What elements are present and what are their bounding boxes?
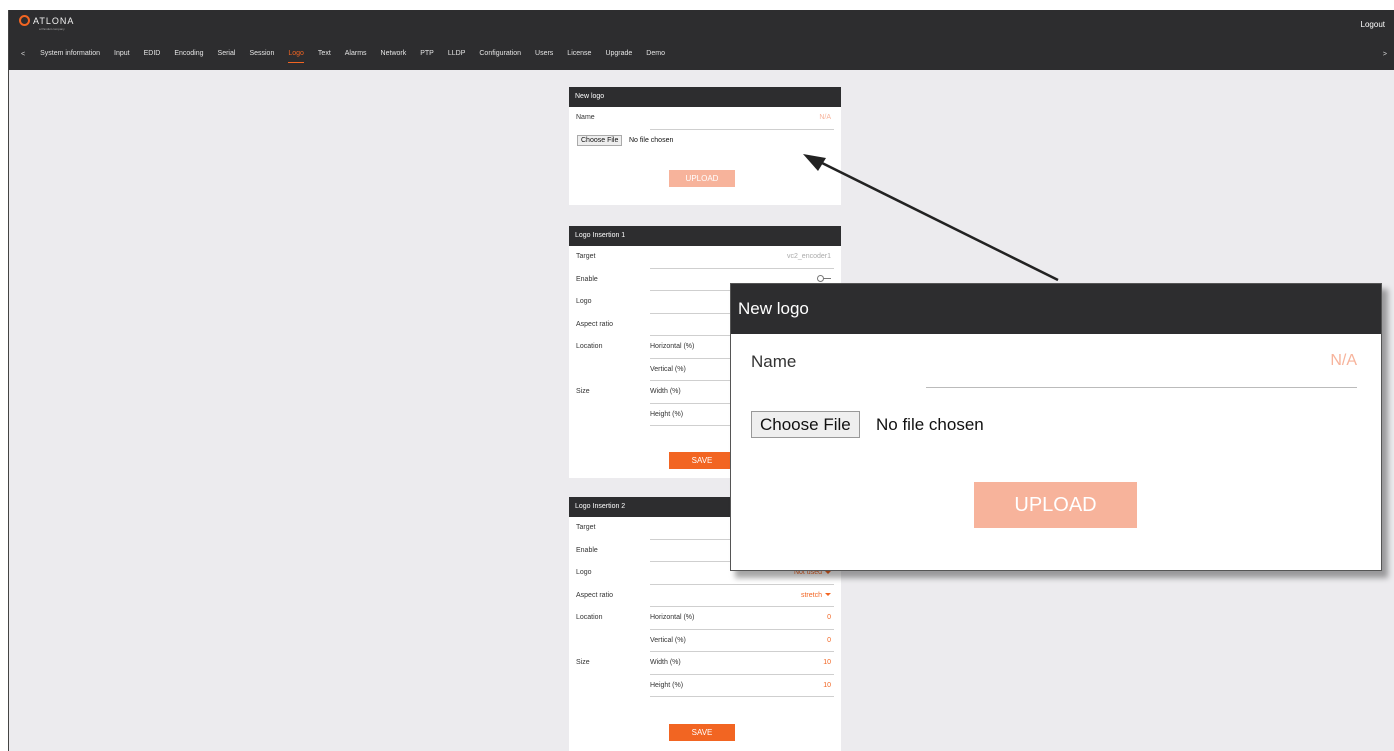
vertical-input[interactable]: 0 bbox=[827, 637, 831, 644]
tab-network[interactable]: Network bbox=[374, 43, 414, 65]
zoom-file-status-label: No file chosen bbox=[876, 415, 984, 434]
tab-system-information[interactable]: System information bbox=[33, 43, 107, 65]
top-bar: ATLONA a Panduit company Logout < System… bbox=[9, 10, 1394, 70]
enable-toggle[interactable] bbox=[817, 274, 831, 282]
tab-users[interactable]: Users bbox=[528, 43, 560, 65]
vertical-label: Vertical (%) bbox=[650, 636, 686, 644]
horizontal-input[interactable]: 0 bbox=[827, 614, 831, 621]
tab-session[interactable]: Session bbox=[242, 43, 281, 65]
target-value[interactable]: vc2_encoder1 bbox=[787, 253, 831, 260]
atlona-logo-icon bbox=[19, 15, 30, 26]
height-label: Height (%) bbox=[650, 681, 684, 689]
location-label: Location bbox=[576, 614, 603, 621]
zoom-name-label: Name bbox=[751, 352, 797, 371]
enable-label: Enable bbox=[576, 275, 598, 283]
tab-demo[interactable]: Demo bbox=[639, 43, 672, 65]
new-logo-header: New logo bbox=[569, 87, 841, 107]
height-input[interactable]: 10 bbox=[823, 682, 831, 689]
width-input[interactable]: 10 bbox=[823, 659, 831, 666]
aspect-label: Aspect ratio bbox=[576, 591, 613, 599]
zoom-choose-file-button[interactable]: Choose File bbox=[751, 411, 860, 438]
vertical-row: Vertical (%) 0 bbox=[569, 630, 841, 652]
zoom-new-logo-header: New logo bbox=[731, 284, 1381, 334]
logo-insertion-1-header: Logo Insertion 1 bbox=[569, 226, 841, 246]
horizontal-row: Location Horizontal (%) 0 bbox=[569, 607, 841, 630]
enable-label: Enable bbox=[576, 546, 598, 554]
tab-lldp[interactable]: LLDP bbox=[441, 43, 473, 65]
tab-ptp[interactable]: PTP bbox=[413, 43, 441, 65]
new-logo-card: New logo Name N/A Choose File No file ch… bbox=[569, 87, 841, 205]
file-status-label: No file chosen bbox=[629, 136, 674, 144]
zoom-upload-button[interactable]: UPLOAD bbox=[974, 482, 1137, 528]
choose-file-button[interactable]: Choose File bbox=[577, 134, 623, 146]
horizontal-label: Horizontal (%) bbox=[650, 343, 695, 350]
aspect-select[interactable]: stretch bbox=[801, 592, 831, 599]
height-row: Height (%) 10 bbox=[569, 675, 841, 697]
aspect-label: Aspect ratio bbox=[576, 320, 613, 328]
brand-logo[interactable]: ATLONA bbox=[19, 15, 74, 26]
height-label: Height (%) bbox=[650, 410, 684, 418]
brand-subtitle: a Panduit company bbox=[39, 27, 65, 31]
save-button-2[interactable]: SAVE bbox=[669, 724, 735, 741]
tab-serial[interactable]: Serial bbox=[211, 43, 243, 65]
toggle-knob bbox=[817, 274, 824, 282]
aspect-row: Aspect ratio stretch bbox=[569, 585, 841, 607]
logo-name-label: Name bbox=[576, 114, 595, 121]
width-row: Size Width (%) 10 bbox=[569, 652, 841, 675]
target-label: Target bbox=[576, 524, 596, 531]
size-label: Size bbox=[576, 659, 590, 666]
width-label: Width (%) bbox=[650, 659, 681, 666]
zoom-name-underline bbox=[926, 387, 1357, 388]
logo-name-row: Name N/A bbox=[569, 107, 841, 130]
target-label: Target bbox=[576, 253, 596, 260]
toggle-track bbox=[823, 277, 831, 279]
location-label: Location bbox=[576, 343, 603, 350]
tab-alarms[interactable]: Alarms bbox=[338, 43, 374, 65]
aspect-select-value: stretch bbox=[800, 591, 822, 599]
tab-edid[interactable]: EDID bbox=[137, 43, 168, 65]
tab-encoding[interactable]: Encoding bbox=[167, 43, 210, 65]
row-underline bbox=[650, 696, 834, 697]
logo-name-field[interactable]: N/A bbox=[819, 114, 831, 121]
nav-scroll-right-icon[interactable]: > bbox=[1383, 51, 1387, 58]
tab-configuration[interactable]: Configuration bbox=[472, 43, 528, 65]
vertical-label: Vertical (%) bbox=[650, 365, 686, 373]
main-nav: < System information Input EDID Encoding… bbox=[9, 43, 1394, 65]
save-button-1[interactable]: SAVE bbox=[669, 452, 735, 469]
tab-input[interactable]: Input bbox=[107, 43, 137, 65]
upload-button[interactable]: UPLOAD bbox=[669, 170, 735, 187]
tab-logo[interactable]: Logo bbox=[281, 43, 311, 65]
zoom-callout: New logo Name N/A Choose File No file ch… bbox=[730, 283, 1382, 571]
tab-upgrade[interactable]: Upgrade bbox=[598, 43, 639, 65]
brand-name: ATLONA bbox=[33, 15, 75, 26]
nav-scroll-left-icon[interactable]: < bbox=[9, 51, 33, 58]
file-picker-row: Choose File No file chosen bbox=[569, 130, 841, 155]
tab-text[interactable]: Text bbox=[311, 43, 338, 65]
width-label: Width (%) bbox=[650, 388, 681, 395]
size-label: Size bbox=[576, 388, 590, 395]
zoom-name-field[interactable]: N/A bbox=[1330, 352, 1357, 370]
chevron-down-icon bbox=[825, 593, 831, 597]
tab-license[interactable]: License bbox=[560, 43, 598, 65]
horizontal-label: Horizontal (%) bbox=[650, 614, 695, 621]
logo-label: Logo bbox=[576, 298, 592, 305]
logout-link[interactable]: Logout bbox=[1361, 20, 1385, 29]
target-row: Target vc2_encoder1 bbox=[569, 246, 841, 269]
logo-label: Logo bbox=[576, 569, 592, 576]
